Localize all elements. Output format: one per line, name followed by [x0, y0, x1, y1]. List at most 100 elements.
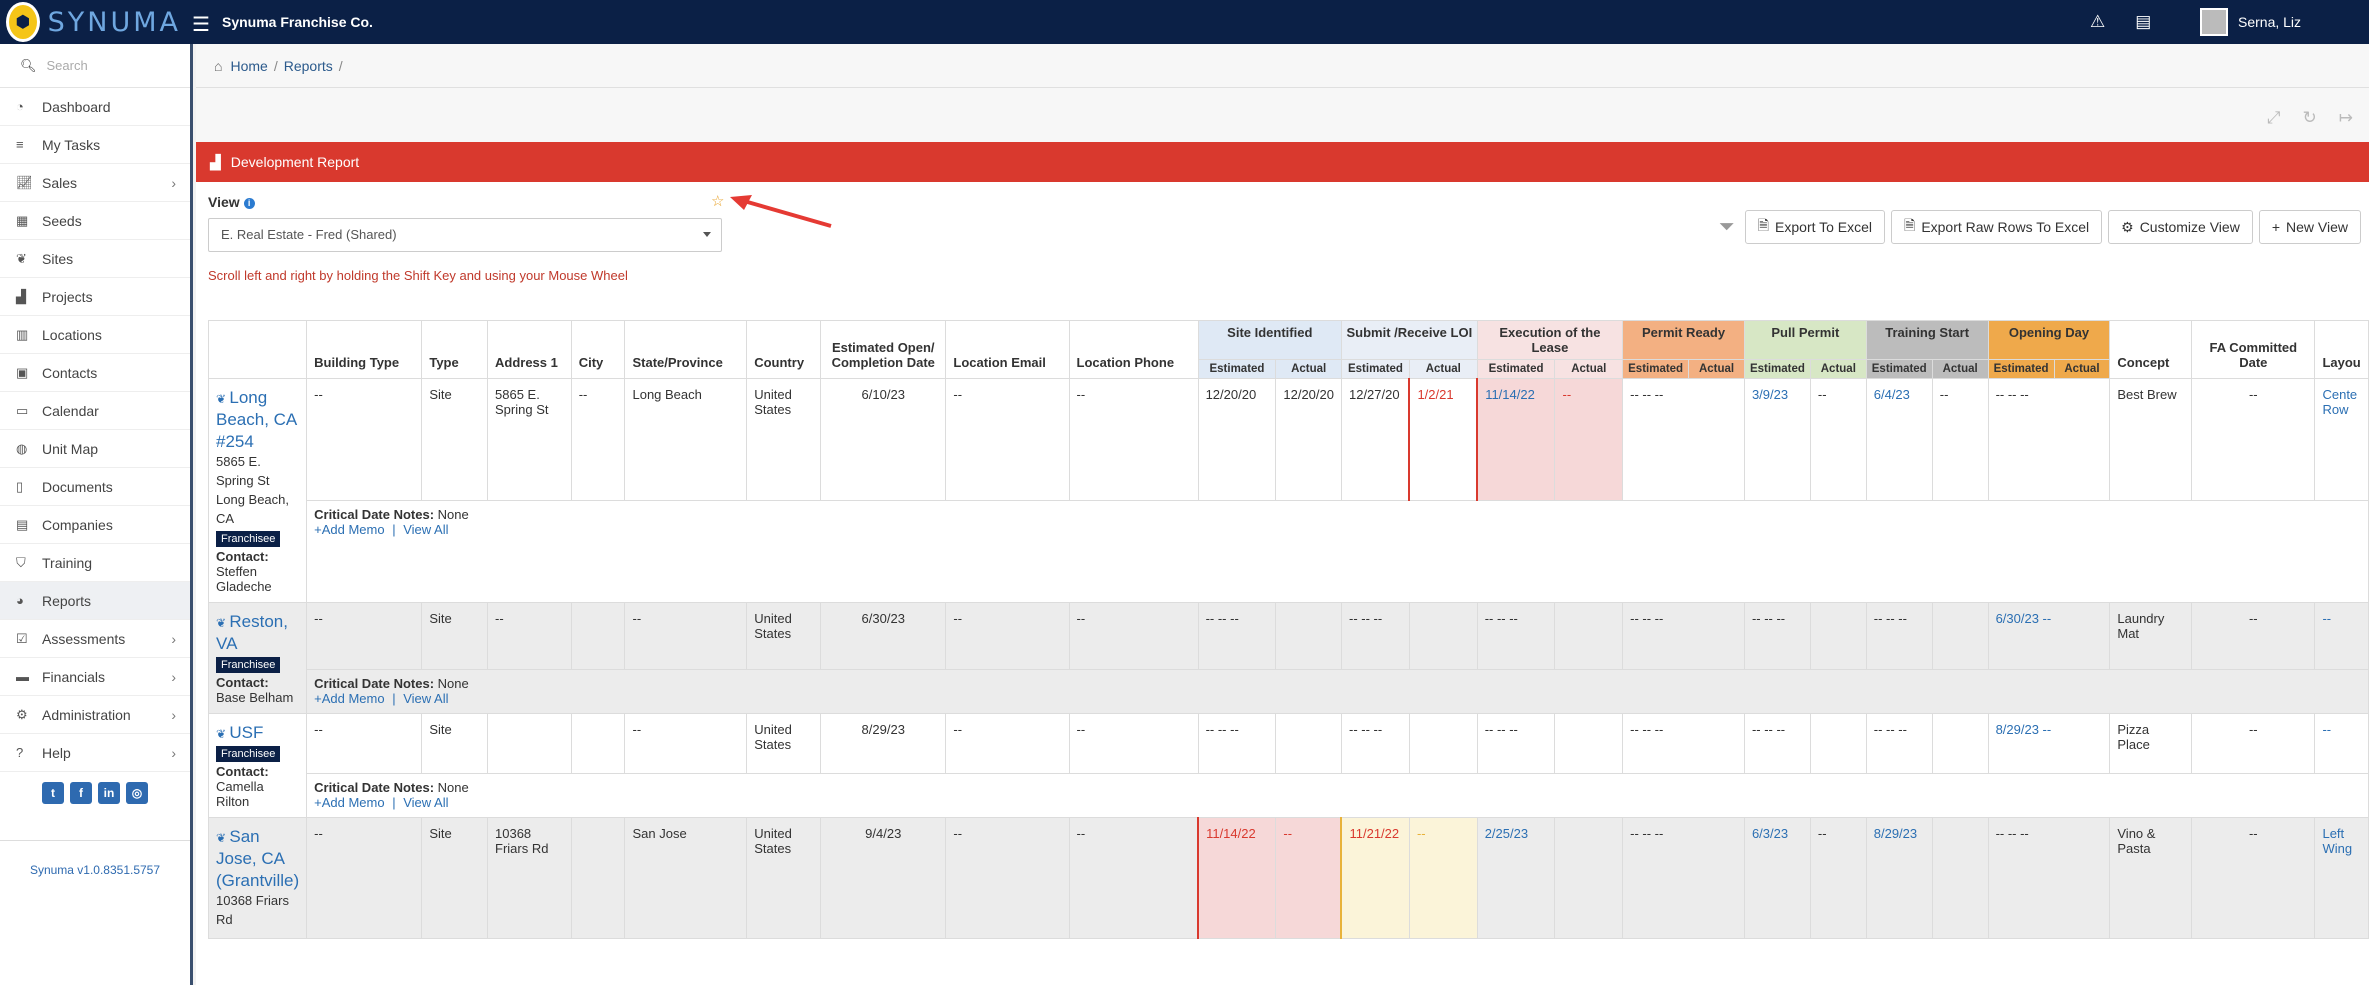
refresh-icon[interactable]: ↻ [2303, 108, 2317, 128]
home-icon[interactable]: ⌂ [214, 58, 222, 74]
sidebar-item-financials[interactable]: ▬ Financials › [0, 658, 190, 696]
table-cell[interactable]: -- [2314, 712, 2369, 774]
grp-permit-ready[interactable]: Permit Ready [1622, 320, 1745, 360]
table-row[interactable]: ❦ San Jose, CA (Grantville) 10368 Friars … [208, 816, 2369, 939]
view-all-link[interactable]: View All [403, 522, 448, 537]
sidebar-item-projects[interactable]: ▟ Projects [0, 278, 190, 316]
col-address1[interactable]: Address 1 [487, 320, 572, 379]
table-cell[interactable]: 6/4/23 [1865, 378, 1933, 501]
export-excel-button[interactable]: 🗎︎ Export To Excel [1744, 210, 1886, 244]
breadcrumb-home[interactable]: Home [230, 58, 267, 74]
instagram-icon[interactable]: ◎ [126, 782, 148, 804]
col-layout[interactable]: Layou [2314, 320, 2369, 379]
location-cell[interactable]: ❦ San Jose, CA (Grantville) 10368 Friars … [208, 816, 308, 939]
add-memo-link[interactable]: +Add Memo [314, 522, 384, 537]
sidebar-item-calendar[interactable]: ▭ Calendar [0, 392, 190, 430]
hamburger-menu-icon[interactable]: ☰ [192, 12, 210, 37]
col-location[interactable] [208, 320, 308, 379]
col-email[interactable]: Location Email [945, 320, 1070, 379]
alert-icon[interactable]: ⚠ [2090, 12, 2105, 32]
location-name-link[interactable]: San Jose, CA (Grantville) [216, 827, 299, 890]
sidebar-item-administration[interactable]: ⚙ Administration › [0, 696, 190, 734]
location-name-link[interactable]: Long Beach, CA #254 [216, 388, 296, 451]
grp-pull-permit[interactable]: Pull Permit [1743, 320, 1867, 360]
filter-icon[interactable]: ⏷ [1719, 216, 1735, 239]
table-cell[interactable]: 3/9/23 [1743, 378, 1811, 501]
table-cell[interactable]: 8/29/23 -- [1987, 712, 2111, 774]
breadcrumb-reports[interactable]: Reports [284, 58, 333, 74]
table-cell[interactable]: 6/30/23 -- [1987, 601, 2111, 670]
table-cell[interactable]: -- [2314, 601, 2369, 670]
col-type[interactable]: Type [421, 320, 488, 379]
col-city[interactable]: City [570, 320, 626, 379]
sidebar-item-reports[interactable]: ◕ Reports [0, 582, 190, 620]
cell-value[interactable]: Cente Row [2322, 387, 2357, 417]
sidebar-item-locations[interactable]: ▥ Locations [0, 316, 190, 354]
sidebar-item-my-tasks[interactable]: ≡ My Tasks [0, 126, 190, 164]
add-memo-link[interactable]: +Add Memo [314, 691, 384, 706]
grp-site-identified[interactable]: Site Identified [1197, 320, 1342, 360]
table-cell[interactable]: 6/3/23 [1743, 816, 1811, 939]
cell-value[interactable]: 6/30/23 -- [1996, 611, 2052, 626]
search-input[interactable]: Search [47, 58, 88, 73]
sidebar-item-companies[interactable]: ▤ Companies [0, 506, 190, 544]
facebook-icon[interactable]: f [70, 782, 92, 804]
cell-value[interactable]: -- [2322, 611, 2331, 626]
version-link[interactable]: Synuma v1.0.8351.5757 [0, 840, 190, 877]
info-icon[interactable]: i [243, 197, 255, 209]
cell-value[interactable]: 3/9/23 [1752, 387, 1788, 402]
grp-submit-loi[interactable]: Submit /Receive LOI [1340, 320, 1478, 360]
cell-value[interactable]: Left Wing [2322, 826, 2352, 856]
table-cell[interactable]: Left Wing [2314, 816, 2369, 939]
collapse-icon[interactable]: ↦ [2339, 108, 2353, 128]
sidebar-item-sales[interactable]: 📈︎ Sales › [0, 164, 190, 202]
export-raw-button[interactable]: 🗎︎ Export Raw Rows To Excel [1891, 210, 2103, 244]
expand-icon[interactable]: ⤢ [2267, 108, 2281, 128]
table-cell[interactable]: 11/21/22 [1340, 816, 1410, 939]
grp-training-start[interactable]: Training Start [1865, 320, 1989, 360]
table-cell[interactable]: 8/29/23 [1865, 816, 1933, 939]
table-cell[interactable]: Cente Row [2314, 378, 2369, 501]
sidebar-item-contacts[interactable]: ▣ Contacts [0, 354, 190, 392]
twitter-icon[interactable]: t [42, 782, 64, 804]
cell-value[interactable]: -- [2322, 722, 2331, 737]
sidebar-item-unit-map[interactable]: ◍ Unit Map [0, 430, 190, 468]
table-cell[interactable]: 11/14/22 [1476, 378, 1556, 501]
table-cell[interactable]: 11/14/22 [1197, 816, 1277, 939]
customize-view-button[interactable]: ⚙ Customize View [2108, 210, 2253, 244]
sidebar-item-documents[interactable]: ▯ Documents [0, 468, 190, 506]
col-country[interactable]: Country [746, 320, 822, 379]
cell-value[interactable]: 11/21/22 [1349, 826, 1399, 841]
location-cell[interactable]: ❦ USF Franchisee Contact: Camella Rilton [208, 712, 308, 818]
table-row[interactable]: ❦ Long Beach, CA #254 5865 E. Spring St L… [208, 378, 2369, 603]
location-cell[interactable]: ❦ Long Beach, CA #254 5865 E. Spring St L… [208, 378, 308, 603]
col-fa-date[interactable]: FA Committed Date [2191, 320, 2316, 379]
sidebar-item-help[interactable]: ? Help › [0, 734, 190, 772]
cell-value[interactable]: 6/4/23 [1874, 387, 1910, 402]
col-est-open[interactable]: Estimated Open/ Completion Date [820, 320, 947, 379]
location-name-link[interactable]: USF [229, 723, 263, 742]
sidebar-search[interactable]: 🔍︎ Search [0, 44, 190, 88]
table-row[interactable]: ❦ Reston, VA Franchisee Contact: Base Belha… [208, 601, 2369, 714]
cell-value[interactable]: 11/14/22 [1485, 387, 1535, 402]
synuma-logo[interactable]: ⬢ SYNUMA [6, 0, 181, 44]
col-state[interactable]: State/Province [624, 320, 748, 379]
location-cell[interactable]: ❦ Reston, VA Franchisee Contact: Base Belha… [208, 601, 308, 714]
linkedin-icon[interactable]: in [98, 782, 120, 804]
view-select[interactable]: E. Real Estate - Fred (Shared) [208, 218, 722, 252]
col-concept[interactable]: Concept [2109, 320, 2193, 379]
add-memo-link[interactable]: +Add Memo [314, 795, 384, 810]
view-all-link[interactable]: View All [403, 691, 448, 706]
cell-value[interactable]: 8/29/23 [1874, 826, 1917, 841]
col-phone[interactable]: Location Phone [1068, 320, 1199, 379]
new-view-button[interactable]: + New View [2258, 210, 2361, 244]
report-table-wrap[interactable]: Building Type Type Address 1 City State/… [208, 320, 2369, 985]
sidebar-item-seeds[interactable]: ▦ Seeds [0, 202, 190, 240]
grp-opening-day[interactable]: Opening Day [1987, 320, 2111, 360]
cell-value[interactable]: 6/3/23 [1752, 826, 1788, 841]
sidebar-item-training[interactable]: ⛉ Training [0, 544, 190, 582]
cell-value[interactable]: 2/25/23 [1485, 826, 1528, 841]
sidebar-item-assessments[interactable]: ☑ Assessments › [0, 620, 190, 658]
favorite-star-icon[interactable]: ☆ [711, 192, 724, 210]
user-menu[interactable]: Serna, Liz [2200, 8, 2301, 36]
